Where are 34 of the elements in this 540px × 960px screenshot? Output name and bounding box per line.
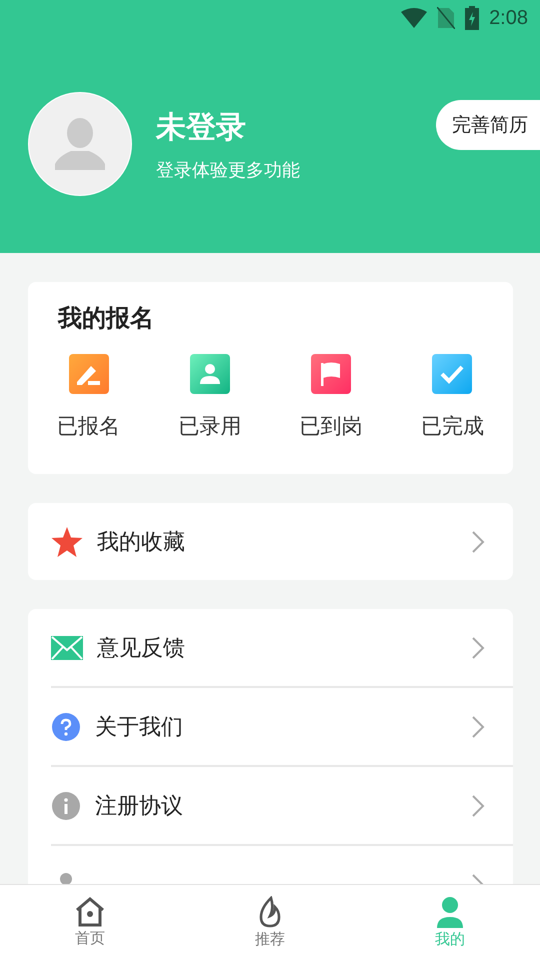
checkmark-icon [432,354,472,394]
chevron-icon [471,714,485,738]
home-icon [74,897,106,927]
status-label[interactable]: 已完成 [420,412,484,440]
battery-icon [465,6,480,30]
person-icon [435,896,465,928]
star-icon [51,526,83,556]
no-sim-icon [437,7,456,29]
chevron-icon [471,794,485,818]
flag-icon [311,354,352,394]
info-icon [51,790,81,820]
status-label[interactable]: 已到岗 [300,412,363,440]
menu-item[interactable]: 我的收藏 [97,526,471,556]
login-hint: 登录体验更多功能 [156,158,301,182]
person-icon [53,118,107,170]
wifi-icon [401,8,428,28]
user-name: 未登录 [156,108,247,146]
tab[interactable]: 首页 [0,885,180,960]
question-icon [51,712,81,742]
status-label[interactable]: 已录用 [178,412,242,440]
section-title: 我的报名 [56,303,155,334]
status-time: 2:08 [489,6,528,30]
chevron-icon [471,636,485,660]
status-label[interactable]: 已报名 [57,412,120,440]
pencil-icon [68,354,109,394]
menu-item[interactable]: 关于我们 [95,712,471,742]
chevron-icon [471,530,485,554]
tab[interactable]: 推荐 [180,885,360,960]
person-icon [190,354,230,394]
resume-button[interactable]: 完善简历 [436,100,540,150]
menu-item[interactable]: 意见反馈 [97,632,471,662]
flame-icon [257,896,283,928]
envelope-icon [51,636,83,660]
menu-item[interactable]: 注册协议 [95,790,471,820]
